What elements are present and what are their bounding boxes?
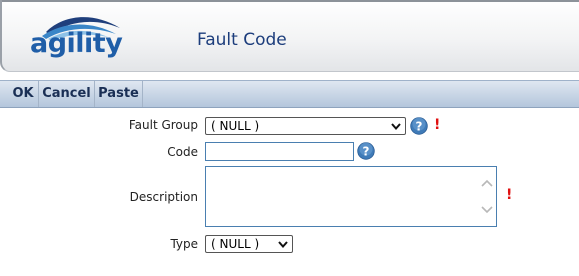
type-select[interactable]: ( NULL ) xyxy=(205,235,293,253)
description-label: Description xyxy=(129,190,198,204)
code-input[interactable] xyxy=(205,142,354,161)
app-header: agility Fault Code xyxy=(0,0,579,72)
description-required-mark: ! xyxy=(506,187,513,203)
logo-wordmark: agility xyxy=(30,28,123,59)
fault-group-value: ( NULL ) xyxy=(211,119,260,133)
header-top-border xyxy=(2,0,579,2)
svg-text:?: ? xyxy=(416,119,423,133)
page-title: Fault Code xyxy=(197,30,287,50)
paste-button[interactable]: Paste xyxy=(95,81,143,107)
chevron-down-icon xyxy=(278,241,288,249)
fault-group-select[interactable]: ( NULL ) xyxy=(205,117,406,135)
fault-group-label: Fault Group xyxy=(128,118,198,132)
ok-button[interactable]: OK xyxy=(8,81,39,107)
toolbar: OK Cancel Paste xyxy=(0,80,579,108)
question-circle-icon[interactable]: ? xyxy=(357,142,375,160)
scroll-down-icon[interactable] xyxy=(480,205,494,215)
cancel-button[interactable]: Cancel xyxy=(39,81,95,107)
description-textarea[interactable] xyxy=(205,166,497,227)
fault-group-required-mark: ! xyxy=(434,117,441,133)
svg-text:?: ? xyxy=(363,144,370,158)
type-value: ( NULL ) xyxy=(211,237,260,251)
code-label: Code xyxy=(167,145,198,159)
scroll-up-icon[interactable] xyxy=(480,178,494,188)
type-label: Type xyxy=(170,237,198,251)
chevron-down-icon xyxy=(391,123,401,131)
question-circle-icon[interactable]: ? xyxy=(410,117,428,135)
